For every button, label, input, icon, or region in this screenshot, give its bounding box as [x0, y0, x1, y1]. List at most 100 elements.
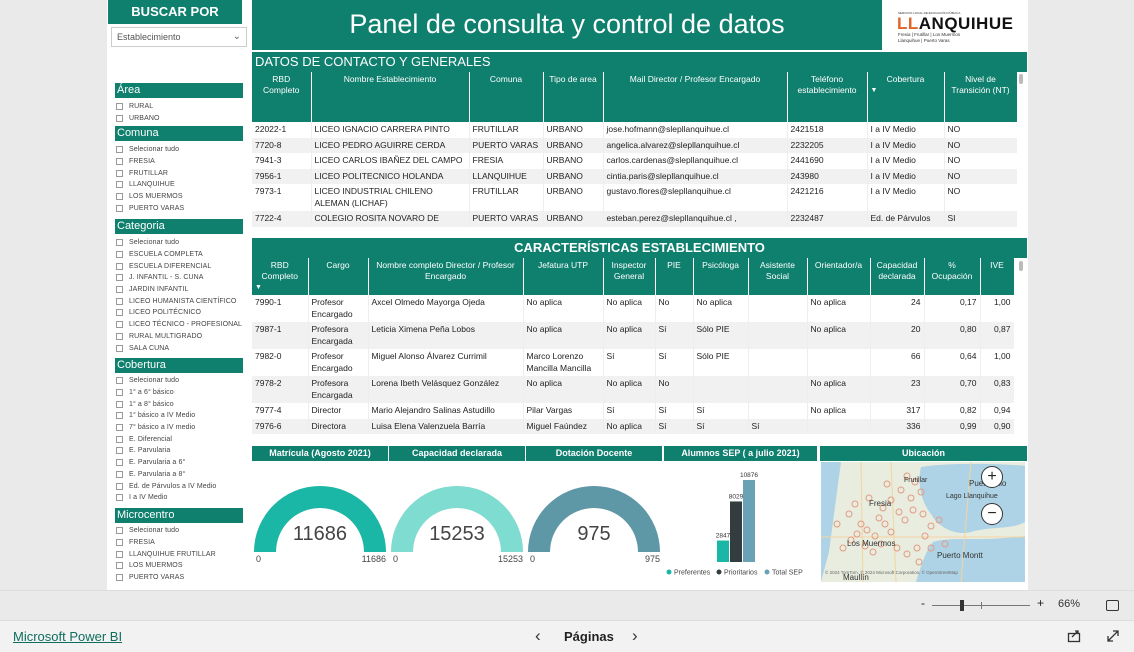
caracteristicas-col-header[interactable]: Asistente Social [748, 258, 808, 295]
checkbox-icon[interactable] [116, 389, 123, 397]
checkbox-icon[interactable] [116, 262, 123, 270]
table-row[interactable]: 7722-4 COLEGIO ROSITA NOVARO DE PUERTO VAR… [252, 211, 1017, 227]
contacto-col-header[interactable]: Nombre Establecimiento [311, 72, 470, 122]
cobertura-option[interactable]: E. Parvularia a 6° [116, 457, 246, 469]
checkbox-icon[interactable] [116, 470, 123, 478]
checkbox-icon[interactable] [116, 115, 123, 123]
sep-bar[interactable] [717, 540, 729, 562]
cobertura-option[interactable]: Ed. de Párvulos a IV Medio [116, 480, 246, 492]
sep-bar[interactable] [743, 480, 755, 562]
checkbox-icon[interactable] [116, 447, 123, 455]
location-map[interactable]: Puerto Klo Lago Llanquihue Frutillar Fre… [821, 462, 1025, 582]
contacto-col-header[interactable]: Tipo de area [543, 72, 604, 122]
checkbox-icon[interactable] [116, 562, 123, 570]
checkbox-icon[interactable] [116, 309, 123, 317]
caracteristicas-col-header[interactable]: Psicóloga [693, 258, 749, 295]
checkbox-icon[interactable] [116, 459, 123, 467]
comuna-option[interactable]: FRESIA [116, 156, 246, 168]
categoria-option[interactable]: SALA CUNA [116, 342, 246, 354]
categoria-option[interactable]: J. INFANTIL - S. CUNA [116, 272, 246, 284]
table-row[interactable]: 7987-1 Profesora Encargada Leticia Ximena … [252, 322, 1014, 349]
categoria-option[interactable]: LICEO POLITÉCNICO [116, 307, 246, 319]
checkbox-icon[interactable] [116, 424, 123, 432]
microcentro-option[interactable]: LOS MUERMOS [116, 560, 246, 572]
comuna-option[interactable]: LLANQUIHUE [116, 179, 246, 191]
power-bi-link[interactable]: Microsoft Power BI [13, 629, 122, 644]
table-row[interactable]: 22022-1 LICEO IGNACIO CARRERA PINTO FRUTIL… [252, 122, 1017, 138]
zoom-in-button[interactable]: + [1037, 596, 1044, 610]
checkbox-icon[interactable] [116, 435, 123, 443]
cobertura-option[interactable]: 7° básico a IV medio [116, 422, 246, 434]
checkbox-icon[interactable] [116, 527, 123, 535]
table-row[interactable]: 7973-1 LICEO INDUSTRIAL CHILENO ALEMAN (L… [252, 184, 1017, 211]
caracteristicas-col-header[interactable]: IVE [980, 258, 1014, 295]
zoom-out-icon[interactable]: − [981, 503, 1003, 525]
cobertura-option[interactable]: E. Parvularia [116, 445, 246, 457]
contacto-col-header[interactable]: Mail Director / Profesor Encargado [603, 72, 788, 122]
contacto-col-header[interactable]: Cobertura ▼ [867, 72, 945, 122]
checkbox-icon[interactable] [116, 274, 123, 282]
zoom-slider-handle[interactable] [960, 600, 964, 611]
checkbox-icon[interactable] [116, 146, 123, 154]
cobertura-option[interactable]: 1° a 8° básico [116, 398, 246, 410]
share-icon[interactable] [1067, 629, 1081, 643]
checkbox-icon[interactable] [116, 482, 123, 490]
checkbox-icon[interactable] [116, 169, 123, 177]
checkbox-icon[interactable] [116, 377, 123, 385]
checkbox-icon[interactable] [116, 239, 123, 247]
checkbox-icon[interactable] [116, 181, 123, 189]
contacto-col-header[interactable]: RBD Completo [252, 72, 312, 122]
caracteristicas-col-header[interactable]: PIE [655, 258, 694, 295]
checkbox-icon[interactable] [116, 412, 123, 420]
comuna-option[interactable]: LOS MUERMOS [116, 191, 246, 203]
comuna-option[interactable]: PUERTO VARAS [116, 202, 246, 214]
table-row[interactable]: 7720-8 LICEO PEDRO AGUIRRE CERDA PUERTO VA… [252, 137, 1017, 153]
cobertura-option[interactable]: E. Diferencial [116, 433, 246, 445]
checkbox-icon[interactable] [116, 344, 123, 352]
microcentro-option[interactable]: FRESIA [116, 537, 246, 549]
comuna-option[interactable]: FRUTILLAR [116, 167, 246, 179]
checkbox-icon[interactable] [116, 539, 123, 547]
cobertura-option[interactable]: 1° a 6° básico [116, 387, 246, 399]
sep-bar[interactable] [730, 501, 742, 562]
fullscreen-icon[interactable] [1106, 629, 1120, 643]
caracteristicas-col-header[interactable]: Cargo [308, 258, 369, 295]
pages-label[interactable]: Páginas [564, 629, 614, 644]
prev-page-icon[interactable]: ‹ [535, 626, 541, 646]
caracteristicas-col-header[interactable]: Inspector General [603, 258, 656, 295]
caracteristicas-col-header[interactable]: RBD Completo ▼ [252, 258, 309, 295]
table-row[interactable]: 7982-0 Profesor Encargado Miguel Alonso Ál… [252, 349, 1014, 376]
checkbox-icon[interactable] [116, 193, 123, 201]
contacto-scrollbar[interactable] [1019, 74, 1023, 84]
microcentro-option[interactable]: PUERTO VARAS [116, 572, 246, 584]
categoria-option[interactable]: LICEO HUMANISTA CIENTÍFICO [116, 295, 246, 307]
contacto-col-header[interactable]: Teléfono establecimiento [787, 72, 868, 122]
checkbox-icon[interactable] [116, 158, 123, 166]
categoria-option[interactable]: Selecionar tudo [116, 237, 246, 249]
checkbox-icon[interactable] [116, 400, 123, 408]
checkbox-icon[interactable] [116, 204, 123, 212]
contacto-col-header[interactable]: Comuna [469, 72, 544, 122]
categoria-option[interactable]: LICEO TÉCNICO - PROFESIONAL [116, 319, 246, 331]
contacto-table[interactable]: RBD Completo Nombre Establecimiento Comuna… [252, 72, 1017, 236]
cobertura-option[interactable]: Selecionar tudo [116, 375, 246, 387]
area-option[interactable]: URBANO [116, 113, 246, 125]
checkbox-icon[interactable] [116, 550, 123, 558]
caracteristicas-col-header[interactable]: Nombre completo Director / Profesor Enca… [368, 258, 524, 295]
next-page-icon[interactable]: › [632, 626, 638, 646]
table-row[interactable]: 7941-3 LICEO CARLOS IBAÑEZ DEL CAMPO FRESI… [252, 153, 1017, 169]
caracteristicas-scrollbar[interactable] [1019, 261, 1023, 271]
checkbox-icon[interactable] [116, 286, 123, 294]
microcentro-option[interactable]: Selecionar tudo [116, 525, 246, 537]
checkbox-icon[interactable] [116, 251, 123, 259]
table-row[interactable]: 7976-6 Directora Luisa Elena Valenzuela Ba… [252, 418, 1014, 434]
zoom-out-button[interactable]: - [921, 596, 925, 610]
cobertura-option[interactable]: 1° básico a IV Medio [116, 410, 246, 422]
categoria-option[interactable]: ESCUELA COMPLETA [116, 249, 246, 261]
cobertura-option[interactable]: E. Parvularia a 8° [116, 469, 246, 481]
microcentro-option[interactable]: LLANQUIHUE FRUTILLAR [116, 548, 246, 560]
caracteristicas-col-header[interactable]: Orientador/a [807, 258, 871, 295]
table-row[interactable]: 7956-1 LICEO POLITECNICO HOLANDA LLANQUIHU… [252, 168, 1017, 184]
area-option[interactable]: RURAL [116, 101, 246, 113]
table-row[interactable]: 7990-1 Profesor Encargado Axcel Olmedo May… [252, 295, 1014, 322]
